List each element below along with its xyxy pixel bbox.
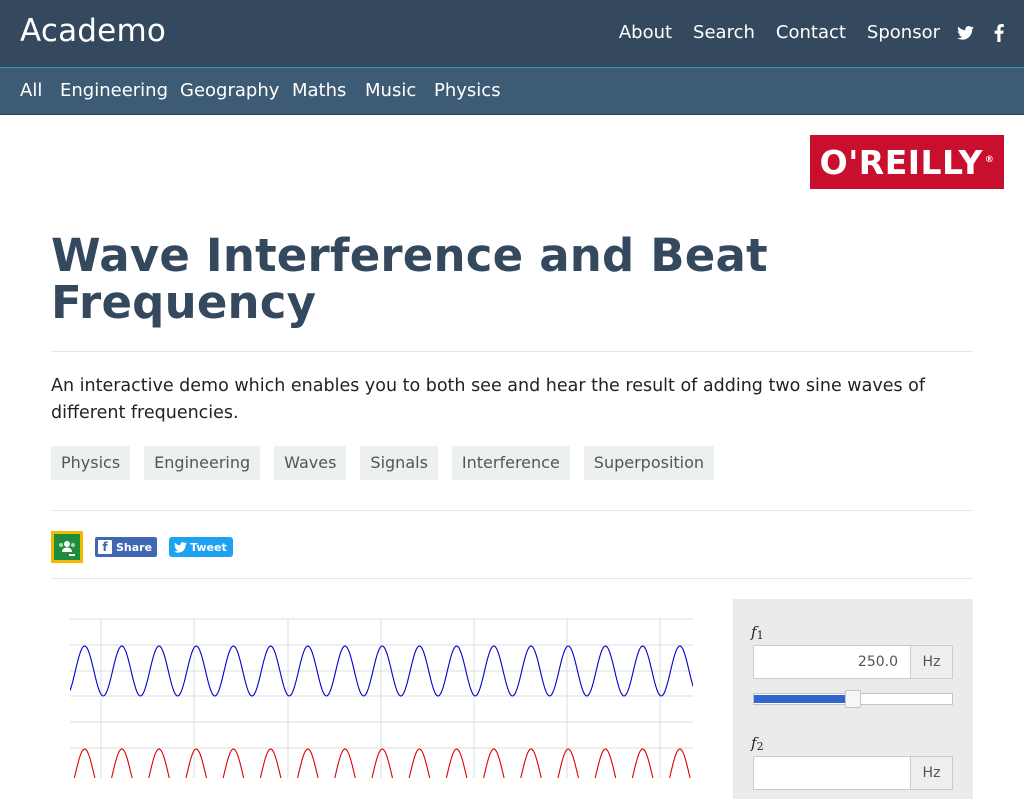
f2-input-group: Hz	[753, 756, 953, 790]
top-nav: About Search Contact Sponsor	[598, 22, 1008, 43]
f1-unit: Hz	[910, 646, 952, 678]
site-header: Academo About Search Contact Sponsor	[0, 0, 1024, 67]
tag-physics[interactable]: Physics	[51, 446, 131, 480]
google-classroom-icon	[54, 534, 80, 560]
frequency-controls: f1 Hz f2 Hz	[733, 599, 973, 799]
category-physics[interactable]: Physics	[434, 80, 501, 101]
tag-superposition[interactable]: Superposition	[583, 446, 715, 480]
nav-sponsor[interactable]: Sponsor	[867, 22, 940, 43]
category-engineering[interactable]: Engineering	[60, 80, 168, 101]
site-logo[interactable]: Academo	[20, 13, 166, 49]
nav-about[interactable]: About	[619, 22, 672, 43]
tag-waves[interactable]: Waves	[274, 446, 347, 480]
f1-input-group: Hz	[753, 645, 953, 679]
tag-list: Physics Engineering Waves Signals Interf…	[51, 446, 728, 480]
twitter-icon	[174, 541, 188, 553]
divider	[51, 510, 973, 511]
share-buttons: f Share Tweet	[51, 531, 233, 563]
category-maths[interactable]: Maths	[292, 80, 346, 101]
divider	[51, 578, 973, 579]
f1-slider-fill	[754, 695, 845, 703]
f1-slider-handle[interactable]	[845, 690, 861, 708]
facebook-share-button[interactable]: f Share	[95, 537, 158, 557]
twitter-icon[interactable]	[956, 23, 974, 43]
category-nav: All Engineering Geography Maths Music Ph…	[0, 67, 1024, 115]
f2-unit: Hz	[910, 757, 952, 789]
divider	[51, 351, 973, 352]
f2-label: f2	[751, 734, 764, 753]
tag-engineering[interactable]: Engineering	[144, 446, 261, 480]
f2-input[interactable]	[754, 757, 910, 789]
page-description: An interactive demo which enables you to…	[51, 376, 926, 423]
category-music[interactable]: Music	[365, 80, 416, 101]
category-all[interactable]: All	[20, 80, 42, 101]
google-classroom-button[interactable]	[51, 531, 83, 563]
oreilly-logo: O'REILLY ®	[819, 142, 995, 182]
page-title: Wave Interference and Beat Frequency	[51, 229, 768, 329]
nav-search[interactable]: Search	[693, 22, 755, 43]
nav-contact[interactable]: Contact	[776, 22, 846, 43]
facebook-icon[interactable]	[990, 23, 1008, 43]
tag-interference[interactable]: Interference	[451, 446, 570, 480]
facebook-icon: f	[98, 540, 112, 554]
tag-signals[interactable]: Signals	[360, 446, 438, 480]
plot-grid	[70, 618, 693, 778]
tweet-button[interactable]: Tweet	[169, 537, 233, 557]
f1-input[interactable]	[754, 646, 910, 678]
category-geography[interactable]: Geography	[180, 80, 279, 101]
f1-label: f1	[751, 623, 764, 642]
oreilly-ad-banner[interactable]: O'REILLY ®	[810, 135, 1004, 189]
f1-slider[interactable]	[753, 690, 953, 708]
wave-plot	[70, 618, 693, 778]
